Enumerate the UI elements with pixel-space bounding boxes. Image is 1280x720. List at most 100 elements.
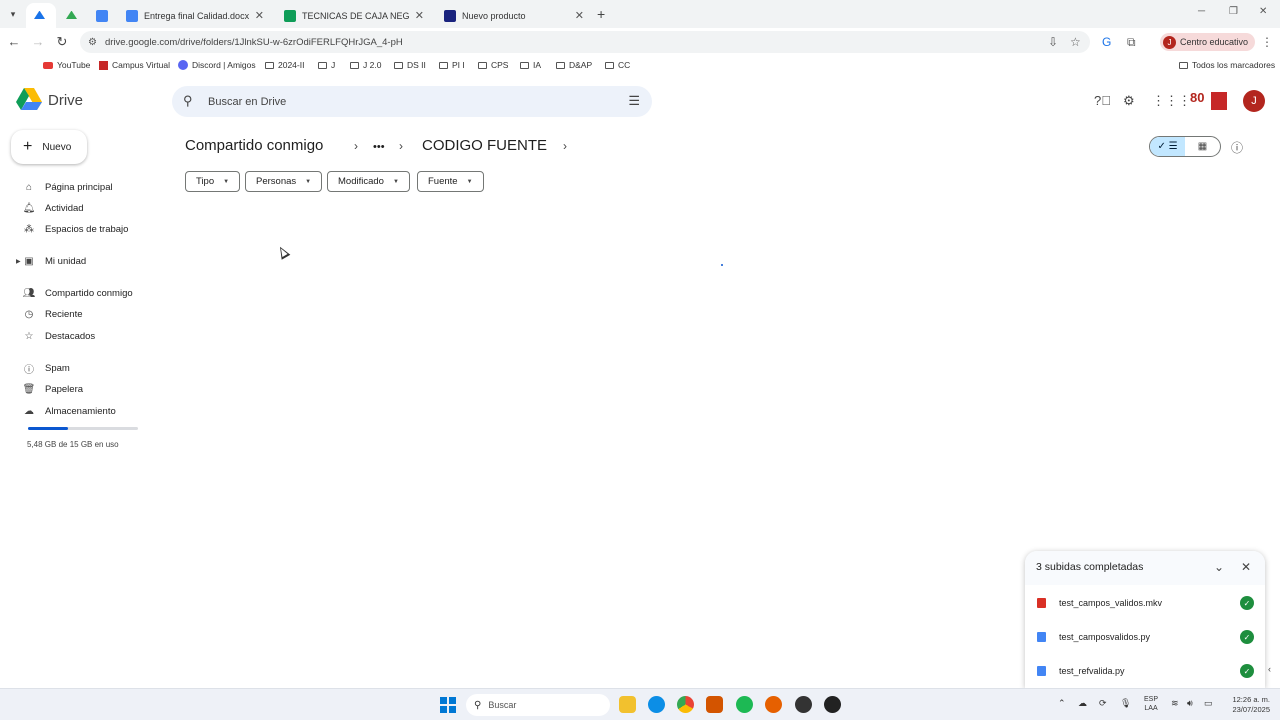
filter-source-chip[interactable]: Fuente ▼ xyxy=(417,171,484,192)
expand-caret-icon[interactable]: ▶ xyxy=(16,258,21,265)
sidebar-item-recent[interactable]: ◷ Reciente xyxy=(16,305,166,323)
sidebar-item-label: Espacios de trabajo xyxy=(45,223,129,235)
grid-view-icon[interactable]: ▦ xyxy=(1185,137,1220,156)
sidebar-item-home[interactable]: ⌂ Página principal xyxy=(16,178,166,196)
media-player-icon[interactable] xyxy=(824,696,841,713)
bookmark-folder[interactable]: J 2.0 xyxy=(350,60,381,70)
address-bar[interactable]: ⚙ drive.google.com/drive/folders/1JlnkSU… xyxy=(80,31,1090,53)
bookmark-folder[interactable]: 2024-II xyxy=(265,60,304,70)
bookmark-folder[interactable]: CC xyxy=(605,60,630,70)
sync-icon[interactable]: ⟳ xyxy=(1099,698,1107,709)
sidebar-item-starred[interactable]: ☆ Destacados xyxy=(16,327,166,345)
all-bookmarks[interactable]: Todos los marcadores xyxy=(1179,60,1275,70)
search-icon[interactable]: ⚲ xyxy=(183,93,193,109)
close-tab-icon[interactable]: ✕ xyxy=(255,9,264,22)
sidebar-item-workspaces[interactable]: ⁂ Espacios de trabajo xyxy=(16,220,166,238)
minimize-icon[interactable]: ─ xyxy=(1198,6,1205,17)
tray-chevron-icon[interactable]: ⌃ xyxy=(1058,698,1066,709)
bookmark-folder[interactable]: DS II xyxy=(394,60,426,70)
collapse-chevron-icon[interactable]: ⌄ xyxy=(1214,560,1224,574)
bookmark-star-icon[interactable]: ☆ xyxy=(1070,35,1081,49)
tab-docs[interactable] xyxy=(88,3,116,28)
tab-drive[interactable] xyxy=(26,3,56,28)
organization-logo[interactable]: 80 xyxy=(1190,90,1230,112)
tab-tecnicas[interactable]: TECNICAS DE CAJA NEGRA Y M ✕ xyxy=(276,3,432,28)
filter-people-chip[interactable]: Personas ▼ xyxy=(245,171,323,192)
sidebar-item-storage[interactable]: ☁ Almacenamiento xyxy=(16,402,166,420)
bookmark-folder[interactable]: J xyxy=(318,60,335,70)
bookmark-discord[interactable]: Discord | Amigos xyxy=(178,60,256,70)
bookmark-folder[interactable]: CPS xyxy=(478,60,508,70)
filter-type-chip[interactable]: Tipo ▼ xyxy=(185,171,241,192)
microphone-icon[interactable]: 🎙︎ xyxy=(1120,698,1131,709)
edge-icon[interactable] xyxy=(648,696,665,713)
close-tab-icon[interactable]: ✕ xyxy=(415,9,424,22)
search-input[interactable] xyxy=(208,92,608,111)
windows-start-icon[interactable] xyxy=(440,697,456,713)
filter-modified-chip[interactable]: Modificado ▼ xyxy=(327,171,410,192)
tab-drive-2[interactable] xyxy=(58,3,86,28)
help-icon[interactable]: ?⃝ xyxy=(1094,93,1111,108)
wifi-icon[interactable]: ≋ xyxy=(1171,698,1179,709)
close-icon[interactable]: ✕ xyxy=(1241,560,1251,574)
bookmark-youtube[interactable]: YouTube xyxy=(43,60,90,70)
close-tab-icon[interactable]: ✕ xyxy=(575,9,584,22)
firefox-icon[interactable] xyxy=(765,696,782,713)
tab-nuevo-producto[interactable]: Nuevo producto ✕ xyxy=(436,3,592,28)
settings-gear-icon[interactable]: ⚙ xyxy=(1123,93,1135,109)
bookmark-campus[interactable]: Campus Virtual xyxy=(99,60,170,70)
sidebar-item-activity[interactable]: 🔔︎ Actividad xyxy=(16,199,166,217)
sidebar-item-shared-with-me[interactable]: 👥︎ Compartido conmigo xyxy=(16,284,166,302)
tab-search-button[interactable]: ▾ xyxy=(4,5,22,23)
volume-icon[interactable]: 🔊︎ xyxy=(1187,698,1193,709)
search-options-icon[interactable]: ☰ xyxy=(628,93,640,109)
back-icon[interactable]: ← xyxy=(6,34,22,49)
side-panel-toggle-icon[interactable]: ‹ xyxy=(1268,664,1271,674)
app-icon[interactable] xyxy=(795,696,812,713)
close-window-icon[interactable]: ✕ xyxy=(1259,6,1267,17)
drive-logo-icon[interactable] xyxy=(16,88,42,110)
breadcrumb-root[interactable]: Compartido conmigo xyxy=(185,137,323,154)
xampp-icon[interactable] xyxy=(706,696,723,713)
file-explorer-icon[interactable] xyxy=(619,696,636,713)
sidebar-item-trash[interactable]: 🗑︎ Papelera xyxy=(16,380,166,398)
new-button[interactable]: + Nuevo xyxy=(11,130,87,164)
clock-time: 12:26 a. m. xyxy=(1232,695,1270,704)
taskbar-search[interactable]: ⚲ Buscar xyxy=(466,694,610,716)
breadcrumb-more[interactable]: ••• xyxy=(373,141,385,153)
spotify-icon[interactable] xyxy=(736,696,753,713)
google-apps-icon[interactable]: ⋮⋮⋮ xyxy=(1152,93,1191,109)
restore-icon[interactable]: ❐ xyxy=(1229,6,1238,17)
input-language[interactable]: ESP LAA xyxy=(1144,695,1158,713)
translate-icon[interactable]: G xyxy=(1102,35,1111,49)
site-info-icon[interactable]: ⚙ xyxy=(88,37,97,48)
tab-entrega-final[interactable]: Entrega final Calidad.docx - Do ✕ xyxy=(118,3,272,28)
new-tab-button[interactable]: + xyxy=(597,6,605,22)
sidebar-item-my-drive[interactable]: ▶ ▣ Mi unidad xyxy=(16,252,166,270)
system-clock[interactable]: 12:26 a. m. 23/07/2025 xyxy=(1224,695,1270,715)
details-info-icon[interactable]: ⓘ xyxy=(1231,139,1243,156)
extensions-icon[interactable]: ⧉ xyxy=(1127,35,1136,50)
upload-file-row[interactable]: test_refvalida.py ✓ xyxy=(1025,656,1265,686)
install-app-icon[interactable]: ⇩ xyxy=(1048,35,1058,49)
browser-menu-icon[interactable]: ⋮ xyxy=(1261,35,1273,49)
chrome-icon[interactable] xyxy=(677,696,694,713)
account-avatar[interactable]: J xyxy=(1243,90,1265,112)
bookmark-folder[interactable]: D&AP xyxy=(556,60,592,70)
battery-icon[interactable]: ▭ xyxy=(1204,698,1213,709)
list-view-icon[interactable]: ✓ ☰ xyxy=(1150,137,1185,156)
upload-file-row[interactable]: test_campos_validos.mkv ✓ xyxy=(1025,588,1265,618)
bookmark-folder[interactable]: PI I xyxy=(439,60,465,70)
bookmark-folder[interactable]: IA xyxy=(520,60,541,70)
forward-icon[interactable]: → xyxy=(30,34,46,49)
sidebar-item-spam[interactable]: ⓘ Spam xyxy=(16,359,166,377)
breadcrumb-current[interactable]: CODIGO FUENTE xyxy=(422,137,547,154)
profile-chip[interactable]: J Centro educativo xyxy=(1160,33,1256,51)
upload-file-row[interactable]: test_camposvalidos.py ✓ xyxy=(1025,622,1265,652)
upload-progress-panel: 3 subidas completadas ⌄ ✕ test_campos_va… xyxy=(1025,551,1265,688)
view-toggle[interactable]: ✓ ☰ ▦ xyxy=(1149,136,1221,157)
onedrive-icon[interactable]: ☁ xyxy=(1078,698,1087,709)
reload-icon[interactable]: ↻ xyxy=(54,34,70,50)
drive-search[interactable]: ⚲ ☰ xyxy=(172,86,652,117)
folder-menu-chevron-icon[interactable]: › xyxy=(563,139,567,153)
